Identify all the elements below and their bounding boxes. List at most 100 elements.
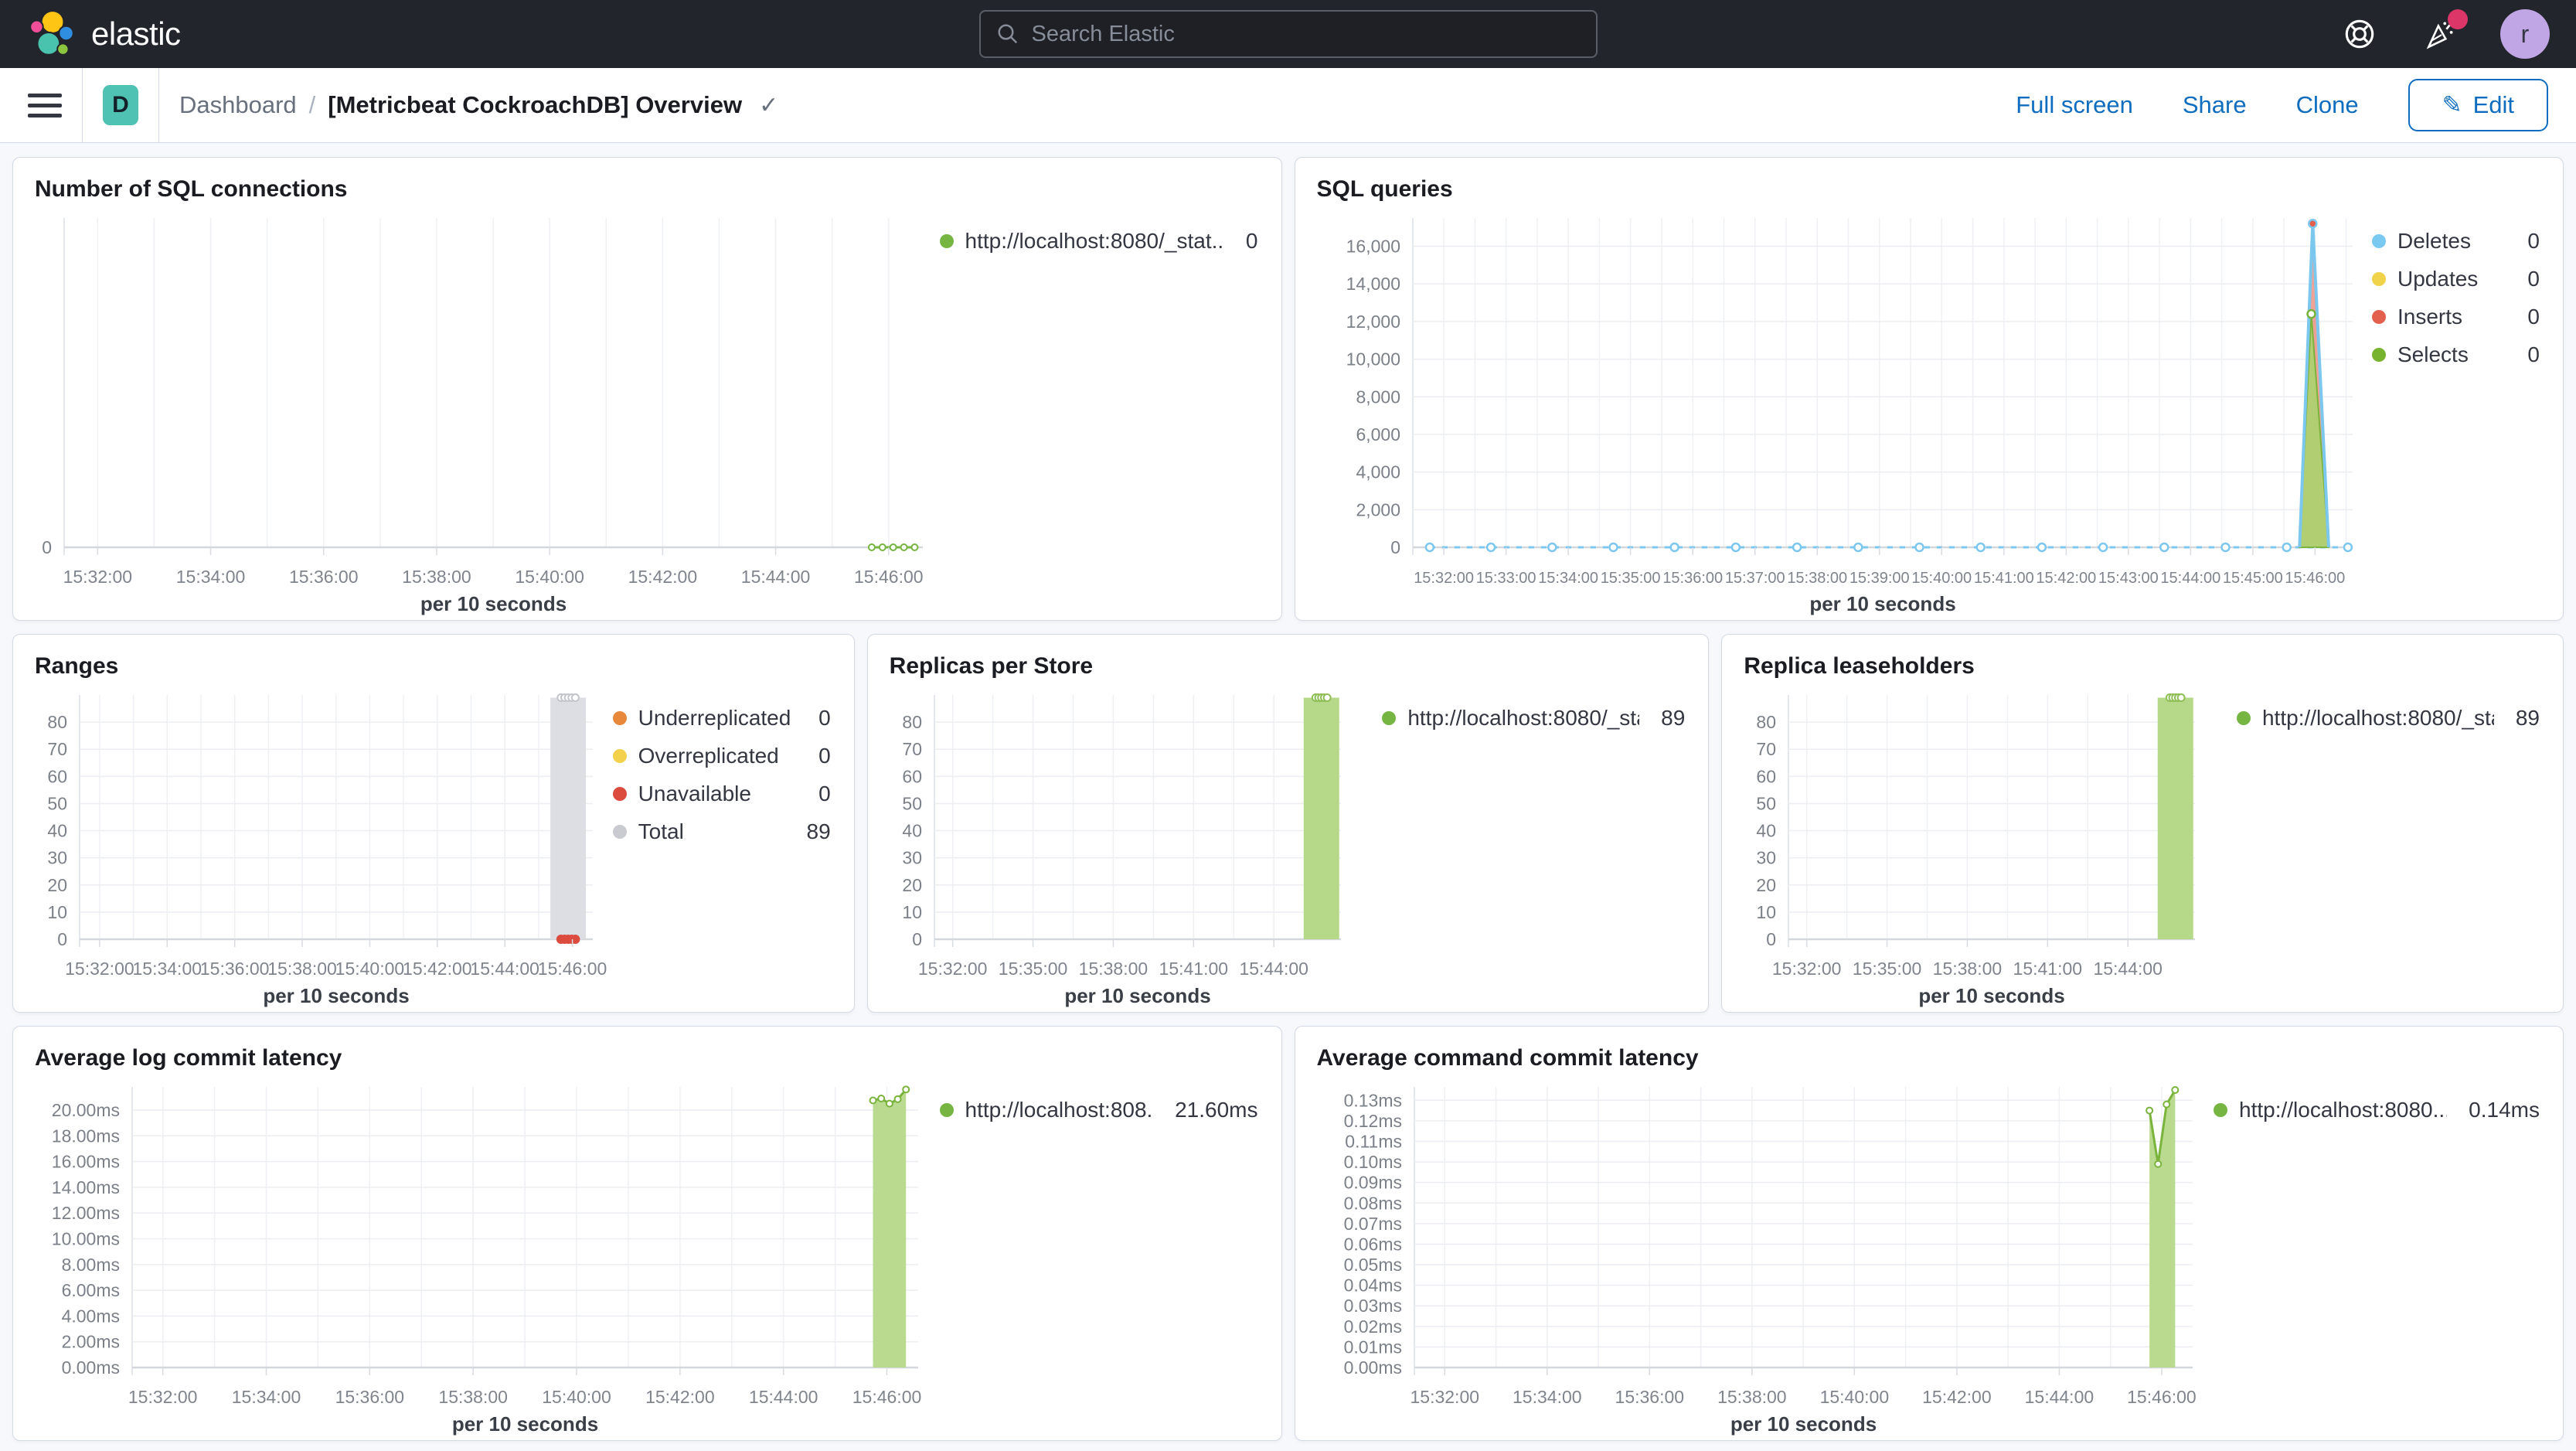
breadcrumb: Dashboard / [Metricbeat CockroachDB] Ove… xyxy=(179,91,778,119)
legend-value: 21.60ms xyxy=(1175,1098,1258,1122)
chart-legend: Underreplicated 0 Overreplicated 0 Unavailab… xyxy=(607,680,854,1012)
replicas-per-store-plot[interactable]: 0 10 20 30 40 50 60 70 80 15:32:00 15:35:00 15:38:0… xyxy=(868,680,1376,1012)
svg-text:15:44:00: 15:44:00 xyxy=(1239,959,1308,979)
svg-text:8.00ms: 8.00ms xyxy=(62,1255,120,1275)
svg-text:0: 0 xyxy=(1390,537,1400,557)
svg-text:15:46:00: 15:46:00 xyxy=(854,567,924,587)
legend-item[interactable]: http://localhost:8080... 0.14ms xyxy=(2214,1098,2540,1122)
legend-label: Selects xyxy=(2397,342,2469,366)
global-search[interactable] xyxy=(978,10,1598,58)
legend-label: Underreplicated xyxy=(638,706,791,730)
legend-item[interactable]: Selects 0 xyxy=(2372,342,2540,367)
svg-text:per 10 seconds: per 10 seconds xyxy=(452,1412,598,1436)
replica-leaseholders-plot[interactable]: 0 10 20 30 40 50 60 70 80 15:32:00 15:35:00 15:38:0… xyxy=(1722,680,2231,1012)
svg-text:10: 10 xyxy=(902,902,922,922)
page-title[interactable]: [Metricbeat CockroachDB] Overview xyxy=(328,91,742,119)
whats-new-button[interactable] xyxy=(2420,9,2468,54)
legend-item[interactable]: http://localhost:808... 21.60ms xyxy=(939,1098,1258,1122)
menu-button[interactable] xyxy=(28,90,62,121)
legend-item[interactable]: Updates 0 xyxy=(2372,267,2540,291)
svg-text:15:44:00: 15:44:00 xyxy=(741,567,811,587)
svg-text:16,000: 16,000 xyxy=(1346,237,1400,257)
avg-command-commit-latency-plot[interactable]: 0.00ms 0.01ms 0.02ms 0.03ms 0.04ms 0.05ms 0.06… xyxy=(1295,1071,2208,1440)
sql-connections-plot[interactable]: 0 15:32:00 15:34:00 15:36:00 15:38:00 15:40:0… xyxy=(13,203,934,620)
legend-swatch-icon xyxy=(2372,272,2386,286)
legend-item[interactable]: Inserts 0 xyxy=(2372,305,2540,329)
clone-button[interactable]: Clone xyxy=(2296,91,2359,119)
breadcrumb-dashboard[interactable]: Dashboard xyxy=(179,91,297,119)
legend-item[interactable]: http://localhost:8080/_stat... 0 xyxy=(939,229,1258,254)
legend-label: Unavailable xyxy=(638,782,751,806)
svg-text:0: 0 xyxy=(42,537,52,557)
svg-text:15:43:00: 15:43:00 xyxy=(2098,570,2158,587)
ranges-plot[interactable]: 0 10 20 30 40 50 60 70 80 15:32:00 15:34:00 15:36:0… xyxy=(13,680,607,1012)
svg-text:0: 0 xyxy=(57,929,67,949)
sql-queries-plot[interactable]: 0 2,000 4,000 6,000 8,000 10,000 12,000 14,000 1… xyxy=(1295,203,2367,620)
app-header: elastic Search Elastic r xyxy=(0,0,2576,68)
svg-text:14,000: 14,000 xyxy=(1346,274,1400,294)
legend-swatch-icon xyxy=(612,749,627,763)
edit-button[interactable]: ✎ Edit xyxy=(2408,79,2548,131)
panel-replica-leaseholders: Replica leaseholders 0 10 20 30 40 50 60 70 80 15… xyxy=(1721,634,2564,1013)
svg-text:0: 0 xyxy=(912,929,922,949)
svg-text:15:42:00: 15:42:00 xyxy=(403,959,472,979)
svg-text:20: 20 xyxy=(47,875,67,895)
svg-text:10.00ms: 10.00ms xyxy=(52,1228,120,1248)
check-icon[interactable]: ✓ xyxy=(759,92,778,119)
avg-log-commit-latency-plot[interactable]: 0.00ms 2.00ms 4.00ms 6.00ms 8.00ms 10.00ms 12.… xyxy=(13,1071,934,1440)
legend-item[interactable]: Total 89 xyxy=(612,819,831,844)
help-button[interactable] xyxy=(2339,14,2380,54)
pencil-icon: ✎ xyxy=(2442,91,2462,118)
avatar[interactable]: r xyxy=(2500,9,2550,59)
svg-text:15:36:00: 15:36:00 xyxy=(289,567,359,587)
legend-item[interactable]: Deletes 0 xyxy=(2372,229,2540,254)
svg-text:15:32:00: 15:32:00 xyxy=(128,1387,198,1407)
svg-text:70: 70 xyxy=(47,739,67,759)
legend-swatch-icon xyxy=(2372,310,2386,324)
svg-text:0.05ms: 0.05ms xyxy=(1343,1255,1401,1275)
svg-text:15:35:00: 15:35:00 xyxy=(1853,959,1922,979)
svg-text:10: 10 xyxy=(1757,902,1777,922)
elastic-logo[interactable]: elastic xyxy=(26,9,181,60)
svg-text:40: 40 xyxy=(47,821,67,841)
svg-text:50: 50 xyxy=(1757,793,1777,813)
panel-average-command-commit-latency: Average command commit latency 0.00ms 0.0… xyxy=(1294,1026,2564,1441)
legend-swatch-icon xyxy=(2214,1103,2227,1117)
svg-text:0.12ms: 0.12ms xyxy=(1343,1111,1401,1131)
legend-item[interactable]: Underreplicated 0 xyxy=(612,706,831,731)
legend-label: Updates xyxy=(2397,267,2479,291)
full-screen-button[interactable]: Full screen xyxy=(2016,91,2133,119)
legend-value: 0 xyxy=(818,744,831,768)
chart-legend: http://localhost:8080... 0.14ms xyxy=(2207,1071,2563,1440)
svg-text:0.09ms: 0.09ms xyxy=(1343,1173,1401,1193)
svg-text:15:42:00: 15:42:00 xyxy=(645,1387,715,1407)
svg-text:15:38:00: 15:38:00 xyxy=(1078,959,1148,979)
chart-legend: http://localhost:8080/_sta... 89 xyxy=(1376,680,1708,1012)
legend-item[interactable]: http://localhost:8080/_sta... 89 xyxy=(2236,706,2540,731)
svg-text:15:44:00: 15:44:00 xyxy=(749,1387,818,1407)
legend-item[interactable]: http://localhost:8080/_sta... 89 xyxy=(1382,706,1685,731)
svg-text:80: 80 xyxy=(47,712,67,732)
panel-number-of-sql-connections: Number of SQL connections 0 15:32:00 15:34… xyxy=(12,157,1282,621)
legend-value: 0.14ms xyxy=(2469,1098,2540,1122)
svg-text:15:38:00: 15:38:00 xyxy=(1717,1387,1787,1407)
dashboard-badge[interactable]: D xyxy=(103,85,138,125)
svg-text:15:42:00: 15:42:00 xyxy=(1922,1387,1992,1407)
svg-text:12,000: 12,000 xyxy=(1346,312,1400,332)
panel-sql-queries: SQL queries 0 2,000 4,000 6,000 8,000 10,000 1… xyxy=(1294,157,2564,621)
svg-text:0.02ms: 0.02ms xyxy=(1343,1316,1401,1337)
share-button[interactable]: Share xyxy=(2183,91,2247,119)
panel-title: SQL queries xyxy=(1316,176,1453,202)
search-input[interactable] xyxy=(1031,21,1581,47)
legend-value: 89 xyxy=(806,819,831,843)
brand-name: elastic xyxy=(91,15,181,52)
svg-text:per 10 seconds: per 10 seconds xyxy=(263,984,409,1007)
svg-text:15:40:00: 15:40:00 xyxy=(542,1387,611,1407)
svg-text:0.01ms: 0.01ms xyxy=(1343,1337,1401,1357)
svg-text:0.06ms: 0.06ms xyxy=(1343,1234,1401,1254)
legend-value: 0 xyxy=(2527,267,2540,291)
legend-item[interactable]: Overreplicated 0 xyxy=(612,744,831,768)
legend-item[interactable]: Unavailable 0 xyxy=(612,782,831,806)
svg-text:15:41:00: 15:41:00 xyxy=(1159,959,1228,979)
legend-swatch-icon xyxy=(612,787,627,801)
